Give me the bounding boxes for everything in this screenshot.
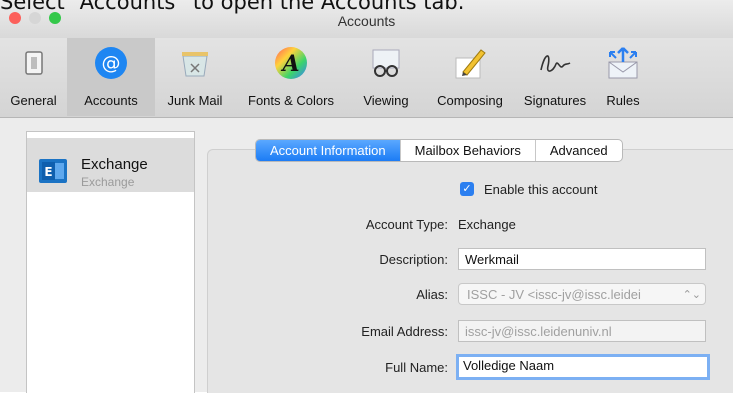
rules-envelope-icon [608,47,638,79]
svg-text:@: @ [102,52,121,74]
svg-text:E: E [44,165,52,179]
alias-select[interactable]: ISSC - JV <issc-jv@issc.leidei ⌃⌄ [458,283,706,305]
enable-account-label: Enable this account [484,182,598,197]
exchange-icon: E [39,159,67,183]
account-type-subtitle: Exchange [81,175,135,189]
signature-icon [540,55,571,72]
full-name-label: Full Name: [385,360,448,375]
toolbar-label: Accounts [84,93,138,108]
toolbar-general[interactable]: General [0,38,67,116]
tab-account-information[interactable]: Account Information [256,140,400,161]
segmented-tabs: Account Information Mailbox Behaviors Ad… [255,139,623,162]
tab-advanced[interactable]: Advanced [534,140,622,161]
glasses-icon [372,49,400,77]
account-type-value: Exchange [458,217,516,232]
enable-account-checkbox[interactable]: ✓ [460,182,474,196]
email-address-label: Email Address: [361,324,448,339]
toolbar-label: Signatures [523,93,587,108]
alias-selected-value: ISSC - JV <issc-jv@issc.leidei [467,287,641,302]
description-input[interactable]: Werkmail [458,248,706,270]
account-list: E Exchange Exchange [26,131,195,393]
toolbar-label: Composing [437,93,503,108]
toolbar-label: Viewing [363,93,409,108]
account-name: Exchange [81,156,148,173]
toolbar-signatures[interactable]: Signatures [515,38,595,116]
toolbar-accounts[interactable]: @ Accounts [67,38,155,116]
window-title: Accounts [337,13,396,29]
toolbar-rules[interactable]: Rules [595,38,651,116]
toolbar-junk-mail[interactable]: Junk Mail [155,38,235,116]
full-name-input[interactable]: Volledige Naam [456,354,710,380]
account-type-label: Account Type: [365,217,448,232]
preferences-toolbar: General @ Accounts Junk Mail A Fonts & C… [0,38,733,118]
font-color-icon: A [275,47,307,79]
toolbar-label: Junk Mail [167,93,223,108]
junk-bin-icon [182,52,208,77]
svg-text:A: A [280,51,299,77]
toolbar-label: Rules [606,93,640,108]
toolbar-fonts-colors[interactable]: A Fonts & Colors [235,38,347,116]
alias-label: Alias: [416,287,448,302]
tab-mailbox-behaviors[interactable]: Mailbox Behaviors [399,140,535,161]
at-sign-icon: @ [95,47,127,79]
email-address-input[interactable]: issc-jv@issc.leidenuniv.nl [458,320,706,342]
instruction-caption: Select “Accounts” to open the Accounts t… [0,0,465,14]
chevron-updown-icon: ⌃⌄ [682,289,701,301]
toolbar-label: General [10,93,57,108]
pencil-paper-icon [455,49,486,79]
toolbar-label: Fonts & Colors [248,93,334,108]
switch-icon [24,51,43,75]
toolbar-viewing[interactable]: Viewing [347,38,425,116]
description-label: Description: [379,252,448,267]
toolbar-composing[interactable]: Composing [425,38,515,116]
account-row-exchange[interactable]: E Exchange Exchange [27,138,194,192]
